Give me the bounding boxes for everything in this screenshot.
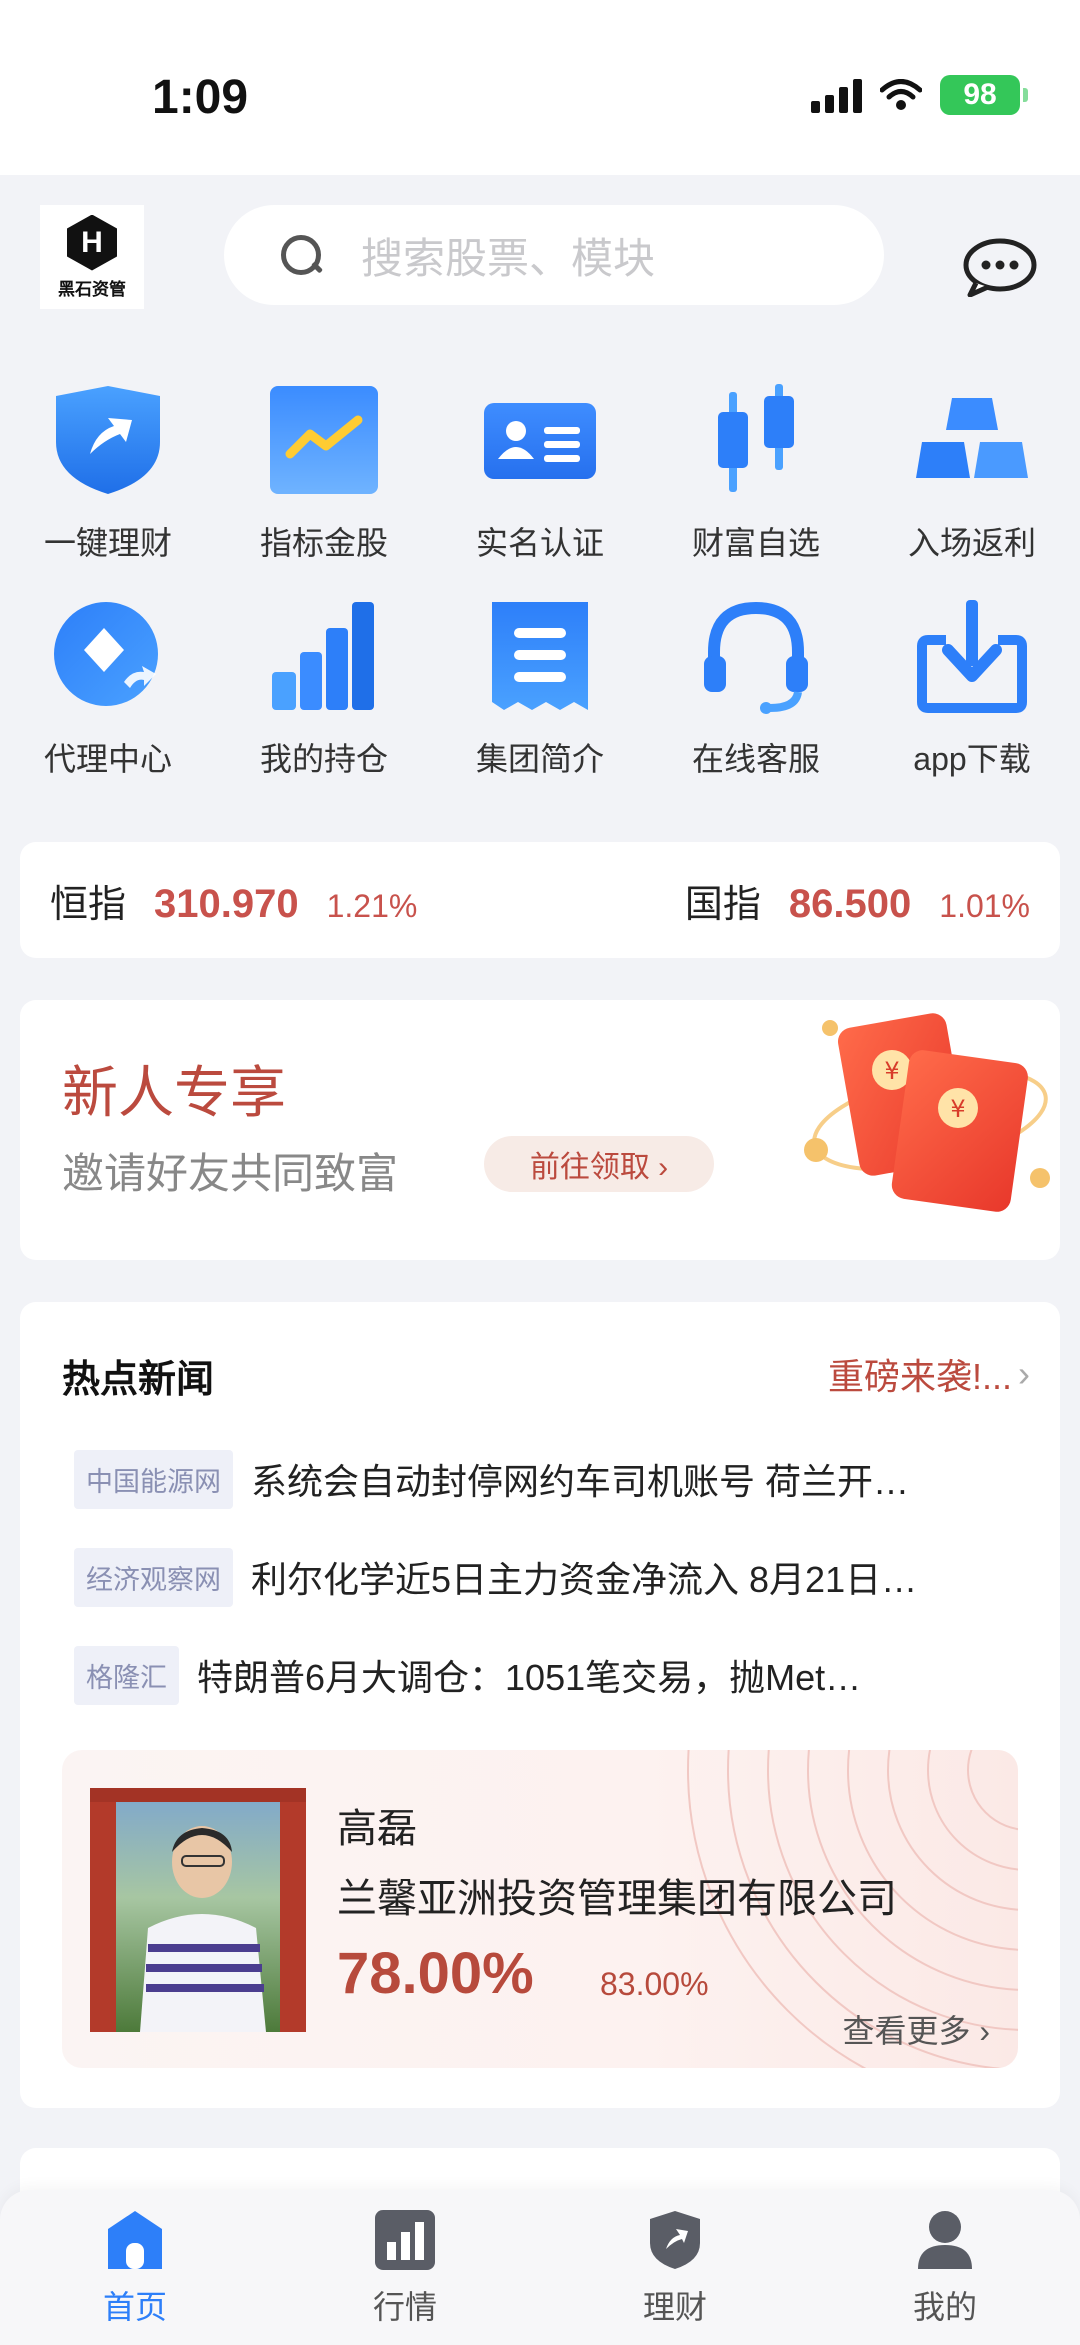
search-input[interactable]: 搜索股票、模块 [224, 205, 884, 305]
shield-arrow-icon [48, 380, 168, 500]
bar-chart-icon [264, 596, 384, 716]
tab-profile[interactable]: 我的 [810, 2190, 1080, 2345]
svg-text:¥: ¥ [950, 1095, 965, 1123]
grid-label: 一键理财 [43, 525, 172, 561]
search-placeholder: 搜索股票、模块 [361, 234, 656, 282]
logo-text: 黑石资管 [58, 279, 126, 299]
claim-button[interactable]: 前往领取 › [484, 1136, 714, 1192]
trend-chart-icon [264, 380, 384, 500]
news-source: 经济观察网 [74, 1547, 233, 1607]
gold-bars-icon [912, 380, 1032, 500]
promo-banner[interactable]: 新人专享 邀请好友共同致富 前往领取 › ¥ ¥ [20, 1000, 1060, 1260]
news-title: 利尔化学近5日主力资金净流入 8月21日… [251, 1559, 918, 1600]
tab-label: 理财 [642, 2289, 707, 2325]
tab-label: 我的 [912, 2289, 977, 2325]
news-item[interactable]: 经济观察网 利尔化学近5日主力资金净流入 8月21日… [74, 1528, 1014, 1626]
tab-finance[interactable]: 理财 [540, 2190, 810, 2345]
bottom-tab-bar: 首页 行情 理财 我的 [0, 2190, 1080, 2345]
news-list: 中国能源网 系统会自动封停网约车司机账号 荷兰开… 经济观察网 利尔化学近5日主… [74, 1430, 1014, 1724]
index-change: 1.01% [939, 887, 1030, 924]
news-source: 格隆汇 [74, 1645, 179, 1705]
grid-label: 实名认证 [475, 525, 604, 561]
cellular-signal-icon [811, 77, 862, 113]
promo-subtitle: 邀请好友共同致富 [62, 1150, 399, 1197]
status-bar: 1:09 98 [0, 0, 1080, 175]
header: H 黑石资管 搜索股票、模块 [0, 175, 1080, 355]
news-title: 特朗普6月大调仓：1051笔交易，抛Met… [197, 1657, 862, 1698]
svg-text:¥: ¥ [884, 1057, 899, 1085]
index-change: 1.21% [326, 887, 418, 924]
battery-icon: 98 [940, 75, 1028, 115]
promo-title: 新人专享 [62, 1061, 286, 1124]
news-more-link[interactable]: 重磅来袭!... › [828, 1348, 1030, 1400]
battery-level: 98 [963, 78, 997, 111]
search-icon [279, 233, 323, 277]
profile-icon [913, 2208, 977, 2272]
manager-return-rate: 78.00% [337, 1941, 534, 2006]
candlestick-icon [696, 380, 816, 500]
grid-item-one-click-finance[interactable]: 一键理财 [0, 380, 216, 596]
grid-item-app-download[interactable]: app下载 [864, 596, 1080, 812]
hot-news-section: 热点新闻 重磅来袭!... › 中国能源网 系统会自动封停网约车司机账号 荷兰开… [20, 1302, 1060, 2108]
grid-label: 财富自选 [691, 525, 820, 561]
grid-label: 我的持仓 [259, 741, 388, 777]
grid-item-entry-rebate[interactable]: 入场返利 [864, 380, 1080, 596]
grid-label: 指标金股 [259, 525, 388, 561]
market-icon [373, 2208, 437, 2272]
index-value: 86.500 [788, 881, 912, 926]
manager-win-rate: 83.00% [600, 1966, 709, 2002]
feature-grid: 一键理财 指标金股 实名认证 财富自选 入场返利 代理中心 我的持仓 集团简介 … [0, 380, 1080, 812]
tab-label: 行情 [372, 2289, 437, 2325]
diamond-icon [48, 596, 168, 716]
tab-home[interactable]: 首页 [0, 2190, 270, 2345]
document-icon [480, 596, 600, 716]
news-more-label: 重磅来袭!... [827, 1356, 1012, 1397]
manager-name: 高磊 [337, 1807, 417, 1851]
status-icons: 98 [811, 75, 1028, 115]
grid-item-real-name[interactable]: 实名认证 [432, 380, 648, 596]
index-value: 310.970 [154, 881, 299, 926]
status-time: 1:09 [152, 71, 249, 124]
section-title: 热点新闻 [62, 1359, 215, 1401]
news-title: 系统会自动封停网约车司机账号 荷兰开… [251, 1461, 910, 1502]
grid-label: 在线客服 [691, 741, 820, 777]
grid-label: 代理中心 [43, 741, 172, 777]
download-icon [912, 596, 1032, 716]
tab-market[interactable]: 行情 [270, 2190, 540, 2345]
news-item[interactable]: 格隆汇 特朗普6月大调仓：1051笔交易，抛Met… [74, 1626, 1014, 1724]
id-card-icon [480, 380, 600, 500]
grid-item-online-support[interactable]: 在线客服 [648, 596, 864, 812]
grid-item-my-holdings[interactable]: 我的持仓 [216, 596, 432, 812]
fund-manager-card[interactable]: 高磊 兰馨亚洲投资管理集团有限公司 78.00% 83.00% 查看更多 › [62, 1750, 1018, 2068]
headset-icon [696, 596, 816, 716]
message-icon[interactable] [962, 237, 1038, 297]
grid-item-indicator-stocks[interactable]: 指标金股 [216, 380, 432, 596]
finance-icon [643, 2208, 707, 2272]
brand-logo: H 黑石资管 [40, 205, 144, 309]
grid-label: 集团简介 [475, 741, 604, 777]
news-item[interactable]: 中国能源网 系统会自动封停网约车司机账号 荷兰开… [74, 1430, 1014, 1528]
logo-mark: H [67, 214, 117, 271]
grid-item-wealth-watchlist[interactable]: 财富自选 [648, 380, 864, 596]
index-name: 恒指 [50, 883, 127, 926]
wifi-icon [880, 79, 922, 110]
manager-company: 兰馨亚洲投资管理集团有限公司 [337, 1877, 897, 1921]
grid-item-agent-center[interactable]: 代理中心 [0, 596, 216, 812]
index-ticker: 恒指 310.970 1.21% 国指 86.500 1.01% [20, 842, 1060, 958]
news-source: 中国能源网 [74, 1449, 233, 1509]
grid-label: 入场返利 [907, 525, 1036, 561]
index-hscei[interactable]: 国指 86.500 1.01% [685, 873, 1030, 928]
home-icon [103, 2208, 167, 2272]
grid-label: app下载 [913, 741, 1031, 777]
chevron-right-icon: › [1018, 1353, 1030, 1394]
index-hsi[interactable]: 恒指 310.970 1.21% [50, 873, 417, 928]
view-more-link[interactable]: 查看更多 › [842, 2006, 990, 2052]
red-envelope-icon: ¥ ¥ [804, 1013, 1050, 1212]
manager-avatar [90, 1788, 306, 2032]
grid-item-group-intro[interactable]: 集团简介 [432, 596, 648, 812]
index-name: 国指 [684, 883, 761, 926]
tab-label: 首页 [102, 2289, 167, 2325]
